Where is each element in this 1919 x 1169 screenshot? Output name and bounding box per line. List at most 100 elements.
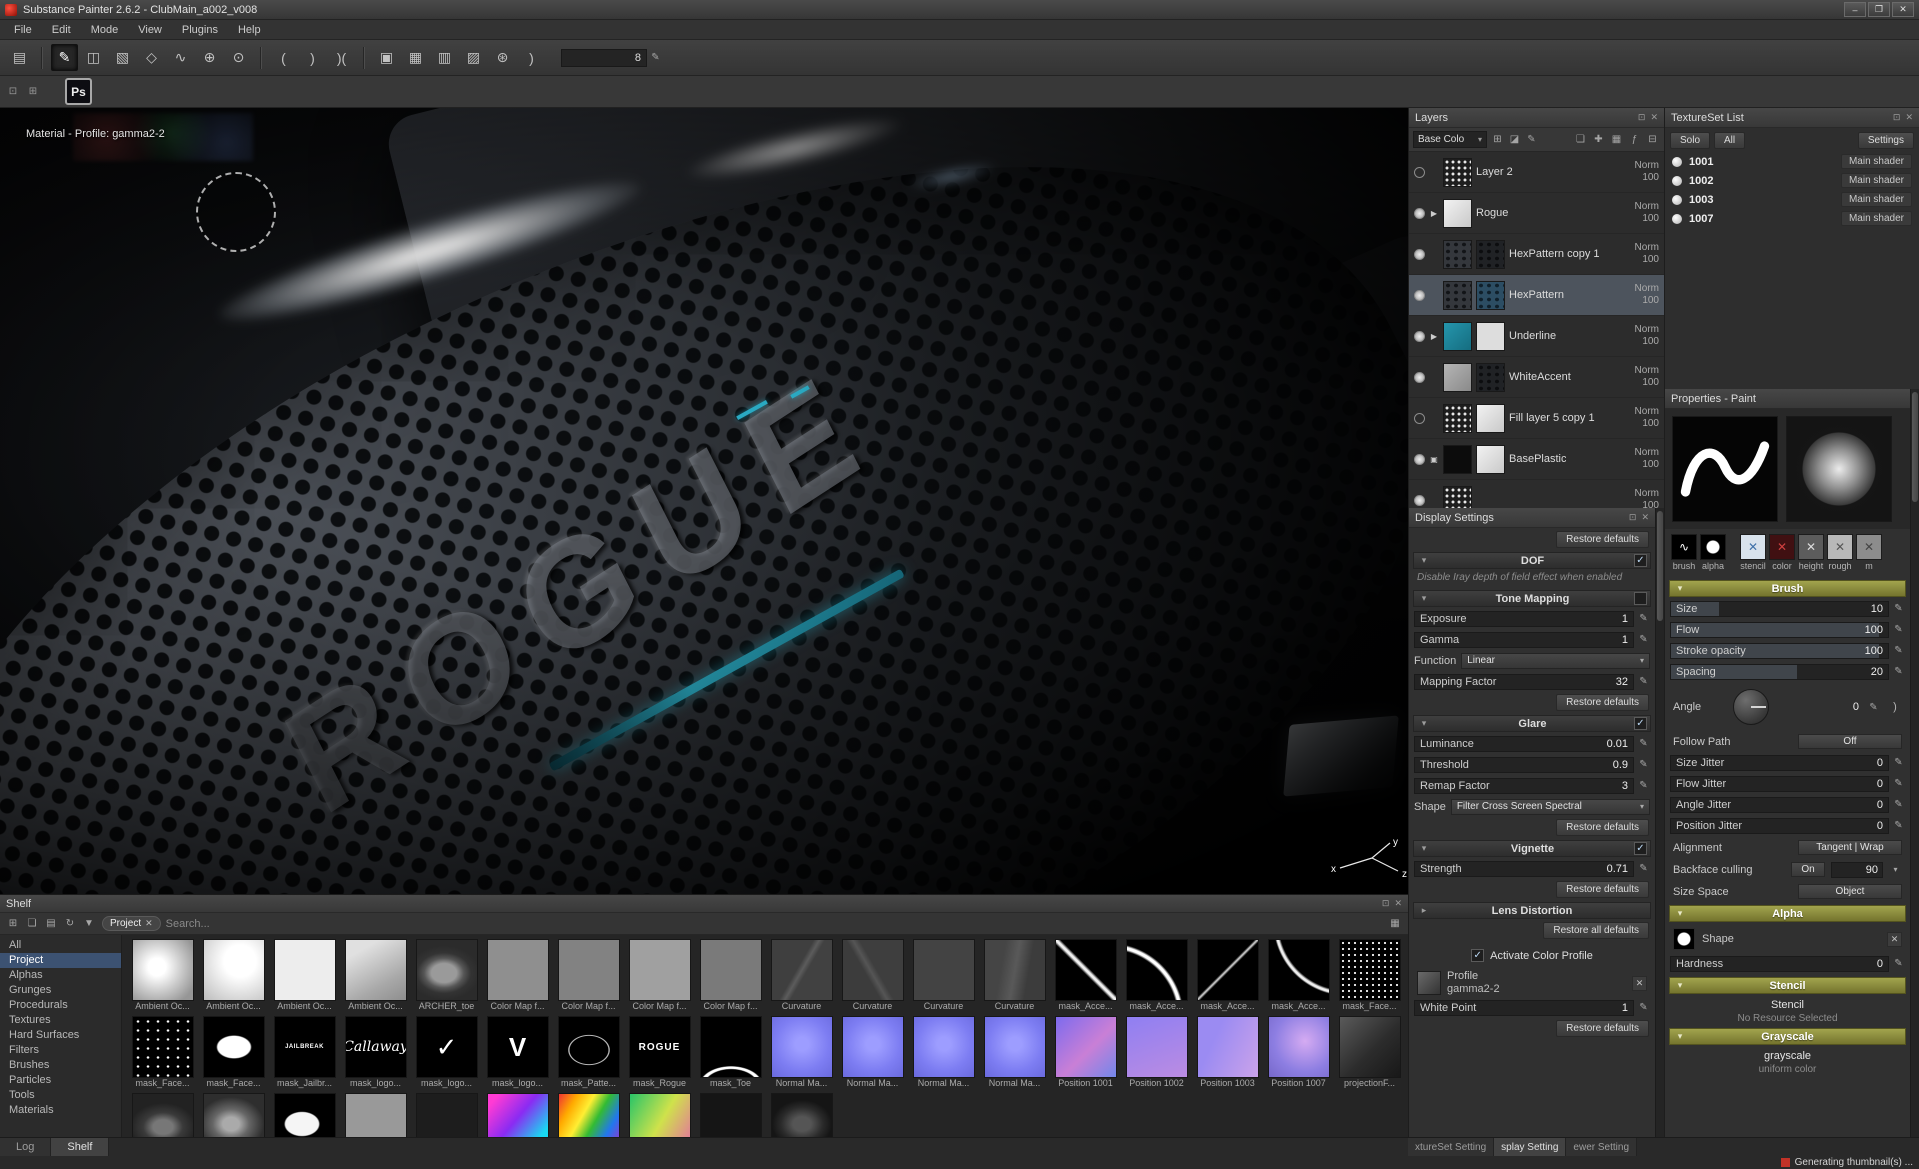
shelf-item[interactable]: Curvature [767,939,836,1012]
minimize-button[interactable]: – [1844,2,1866,17]
shelf-item[interactable]: Position 1007 [1264,1016,1333,1089]
layer-row[interactable]: HexPattern copy 1 Norm 100 [1409,234,1664,275]
parameter-slider-row[interactable]: Luminance 0.01 ✎ [1414,734,1650,753]
shelf-item[interactable]: mask_Toe [696,1016,765,1089]
settings-button[interactable]: Settings [1857,131,1914,149]
add-layer-icon[interactable]: ✚ [1591,132,1606,147]
float-panel-icon[interactable]: ⊡ [1382,898,1390,909]
refresh-shelf-icon[interactable]: ↻ [62,916,78,932]
layer-mask-thumbnail[interactable] [1476,280,1505,310]
tone-mapping-section-header[interactable]: ▾ Tone Mapping ✓ [1413,590,1651,607]
shelf-item[interactable] [341,1093,410,1137]
shelf-category[interactable]: Brushes [0,1058,121,1073]
layer-row[interactable]: ▶ Rogue Norm 100 [1409,193,1664,234]
shelf-item[interactable] [199,1093,268,1137]
activate-color-profile-checkbox[interactable]: ✓ [1471,949,1485,962]
jitter-slider-row[interactable]: Flow Jitter 0 ✎ [1670,774,1905,793]
edit-value-icon[interactable]: ✎ [1637,634,1650,645]
shelf-item[interactable]: Normal Ma... [980,1016,1049,1089]
search-input[interactable] [165,917,386,930]
metal-channel-toggle[interactable]: ✕ [1856,534,1882,560]
brush-slider-row[interactable]: Flow 100 ✎ [1670,620,1905,639]
brush-slider-row[interactable]: Stroke opacity 100 ✎ [1670,641,1905,660]
shelf-item[interactable]: Position 1003 [1193,1016,1262,1089]
brush-slider-row[interactable]: Size 10 ✎ [1670,599,1905,618]
clear-alpha-button[interactable]: ✕ [1887,931,1902,947]
shelf-item[interactable]: Color Map f... [554,939,623,1012]
shelf-item[interactable]: mask_Patte... [554,1016,623,1089]
alpha-shape-thumbnail[interactable] [1673,928,1695,950]
alignment-select[interactable]: Tangent | Wrap [1798,840,1902,855]
float-panel-icon[interactable]: ⊡ [1629,512,1637,523]
edit-value-icon[interactable]: ✎ [1892,958,1905,969]
edit-value-icon[interactable]: ✎ [1637,780,1650,791]
layer-visibility-toggle[interactable] [1414,371,1425,383]
layer-thumbnail[interactable] [1443,280,1472,310]
settings-tab[interactable]: xtureSet Setting [1408,1138,1495,1157]
size-space-select[interactable]: Object [1798,884,1902,899]
shelf-item[interactable]: mask_Face... [199,1016,268,1089]
restore-all-defaults-button[interactable]: Restore all defaults [1543,922,1649,939]
layer-thumbnail[interactable] [1443,321,1472,351]
color-channel-toggle[interactable]: ✕ [1769,534,1795,560]
scrollbar-thumb[interactable] [1912,392,1918,502]
layer-thumbnail[interactable] [1443,444,1472,474]
shelf-item[interactable]: Normal Ma... [838,1016,907,1089]
shelf-item[interactable]: mask_Face... [128,1016,197,1089]
dropdown-arrow-icon[interactable]: ▾ [1889,865,1902,874]
main-shader-button[interactable]: Main shader [1840,154,1912,169]
shelf-item[interactable]: Callaway mask_logo... [341,1016,410,1089]
main-shader-button[interactable]: Main shader [1840,192,1912,207]
close-panel-icon[interactable]: ✕ [1905,112,1913,123]
shelf-category[interactable]: Materials [0,1103,121,1118]
import-resources-icon[interactable]: ⊞ [5,916,21,932]
edit-value-icon[interactable]: ✎ [1867,702,1880,713]
alpha-section-header[interactable]: ▾ Alpha [1669,905,1906,922]
jitter-slider-row[interactable]: Position Jitter 0 ✎ [1670,816,1905,835]
stencil-thumb[interactable]: ✕ [1740,534,1766,560]
layer-thumbnail[interactable] [1443,403,1472,433]
layer-mask-thumbnail[interactable] [1476,444,1505,474]
close-button[interactable]: ✕ [1892,2,1914,17]
shelf-item[interactable]: Ambient Oc... [128,939,197,1012]
vertical-scrollbar[interactable] [1655,508,1664,1137]
mapping-factor-row[interactable]: Mapping Factor 32 ✎ [1414,672,1650,691]
edit-value-icon[interactable]: ✎ [1892,820,1905,831]
layer-row[interactable]: Norm 100 [1409,480,1664,508]
layer-row[interactable]: ▶ Underline Norm 100 [1409,316,1664,357]
alpha-thumb[interactable] [1700,534,1726,560]
jitter-slider-row[interactable]: Angle Jitter 0 ✎ [1670,795,1905,814]
add-filter-icon[interactable]: ƒ [1627,132,1642,147]
textureset-row[interactable]: 1002 Main shader [1665,171,1919,190]
shelf-item[interactable] [412,1093,481,1137]
shelf-category[interactable]: Alphas [0,968,121,983]
menu-item[interactable]: File [4,22,42,38]
shelf-item[interactable]: Position 1002 [1122,1016,1191,1089]
shelf-item[interactable]: Curvature [980,939,1049,1012]
bottom-tab[interactable]: Shelf [51,1138,110,1157]
close-panel-icon[interactable]: ✕ [1641,512,1649,523]
close-panel-icon[interactable]: ✕ [1650,112,1658,123]
shelf-category[interactable]: Textures [0,1013,121,1028]
shelf-category[interactable]: Procedurals [0,998,121,1013]
shelf-item[interactable]: Normal Ma... [909,1016,978,1089]
parameter-slider-row[interactable]: Threshold 0.9 ✎ [1414,755,1650,774]
clear-profile-button[interactable]: ✕ [1632,975,1647,991]
add-mask-icon[interactable]: ◪ [1507,132,1522,147]
eraser-tool-icon[interactable]: ◫ [80,44,107,71]
shelf-item[interactable]: ✓ mask_logo... [412,1016,481,1089]
bottom-tab[interactable]: Log [0,1138,52,1157]
restore-defaults-button[interactable]: Restore defaults [1556,819,1649,836]
glare-section-header[interactable]: ▾ Glare ✓ [1413,715,1651,732]
layer-expander[interactable]: ▣ [1429,455,1439,464]
layer-mask-thumbnail[interactable] [1476,239,1505,269]
shelf-item[interactable]: projectionF... [1335,1016,1404,1089]
edit-value-icon[interactable]: ✎ [1892,645,1905,656]
shelf-item[interactable]: ARCHER_toe [412,939,481,1012]
shelf-item[interactable] [483,1093,552,1137]
glare-enabled-checkbox[interactable]: ✓ [1634,717,1647,730]
shelf-category[interactable]: Tools [0,1088,121,1103]
shelf-item[interactable] [128,1093,197,1137]
edit-value-icon[interactable]: ✎ [1637,1002,1650,1013]
shelf-category[interactable]: Project [0,953,121,968]
